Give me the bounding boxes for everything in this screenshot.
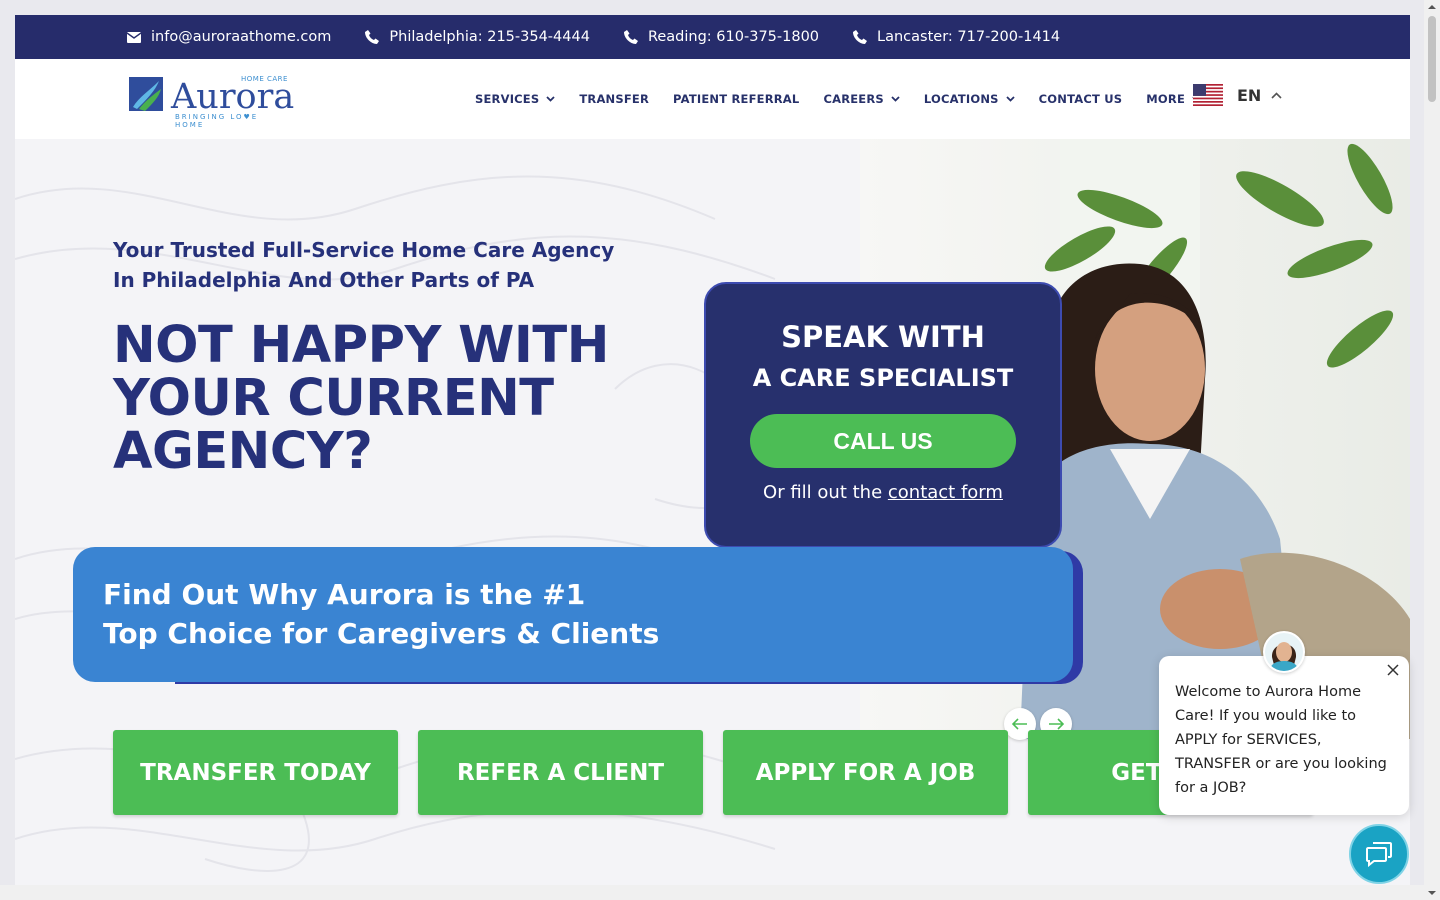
phone-label: Reading: 610-375-1800 [647, 29, 820, 45]
scroll-down-icon[interactable] [1424, 886, 1440, 900]
chat-agent-avatar [1263, 631, 1305, 673]
us-flag-icon [1193, 84, 1223, 106]
or-text: Or fill out the [763, 482, 888, 503]
speak-with-specialist-card: SPEAK WITH A CARE SPECIALIST CALL US Or … [704, 282, 1062, 548]
contact-topbar: info@auroraathome.com Philadelphia: 215-… [15, 15, 1410, 59]
nav-item-label: TRANSFER [579, 92, 650, 106]
logo-homecare: HOME CARE [241, 75, 288, 83]
horizontal-scrollbar[interactable] [0, 885, 1424, 900]
nav-item-label: SERVICES [475, 92, 540, 106]
why-aurora-banner: Find Out Why Aurora is the #1 Top Choice… [73, 547, 1073, 682]
chevron-up-icon [1271, 91, 1282, 99]
contact-form-link[interactable]: contact form [888, 482, 1003, 503]
phone-label: Lancaster: 717-200-1414 [877, 29, 1061, 45]
nav-item-patient-referral[interactable]: PATIENT REFERRAL [673, 92, 799, 106]
nav-item-careers[interactable]: CAREERS [823, 92, 900, 106]
scroll-up-icon[interactable] [1424, 0, 1440, 14]
refer-a-client-button[interactable]: REFER A CLIENT [418, 730, 703, 815]
hero-headline: NOT HAPPY WITH YOUR CURRENT AGENCY? [113, 319, 713, 478]
logo-brand: Aurora [171, 77, 295, 117]
chat-launcher-button[interactable] [1349, 824, 1409, 884]
aurora-logo[interactable]: Aurora HOME CARE BRINGING LO♥E HOME [129, 75, 294, 129]
chevron-down-icon [891, 96, 900, 102]
email-text: info@auroraathome.com [151, 29, 332, 45]
nav-menu: SERVICES TRANSFER PATIENT REFERRAL CAREE… [475, 59, 1225, 139]
headline-line: AGENCY? [113, 422, 373, 481]
nav-item-label: CONTACT US [1038, 92, 1123, 106]
subhead-line: Your Trusted Full-Service Home Care Agen… [113, 238, 615, 262]
phone-icon [365, 30, 380, 44]
cta-row: TRANSFER TODAY REFER A CLIENT APPLY FOR … [113, 730, 1333, 815]
nav-item-contact-us[interactable]: CONTACT US [1039, 92, 1123, 106]
call-us-button[interactable]: CALL US [750, 414, 1016, 468]
banner-line: Top Choice for Caregivers & Clients [103, 617, 660, 650]
apply-for-a-job-button[interactable]: APPLY FOR A JOB [723, 730, 1008, 815]
phone-label: Philadelphia: 215-354-4444 [389, 29, 590, 45]
arrow-right-icon [1049, 718, 1064, 730]
language-code: EN [1237, 85, 1262, 105]
phone-philadelphia[interactable]: Philadelphia: 215-354-4444 [365, 29, 590, 45]
transfer-today-button[interactable]: TRANSFER TODAY [113, 730, 398, 815]
vertical-scrollbar[interactable] [1424, 0, 1440, 900]
nav-item-label: CAREERS [823, 92, 884, 106]
contact-form-prompt: Or fill out the contact form [706, 482, 1060, 503]
phone-icon [853, 30, 868, 44]
hero-subhead: Your Trusted Full-Service Home Care Agen… [113, 235, 633, 295]
banner-line: Find Out Why Aurora is the #1 [103, 578, 586, 611]
logo-mark-icon [129, 77, 163, 111]
speak-title: SPEAK WITH [781, 320, 985, 354]
nav-item-services[interactable]: SERVICES [475, 92, 555, 106]
logo-tagline: BRINGING LO♥E HOME [175, 113, 259, 129]
arrow-left-icon [1012, 718, 1027, 730]
nav-item-label: MORE [1146, 92, 1185, 106]
headline-line: NOT HAPPY WITH [113, 316, 609, 375]
scrollbar-thumb[interactable] [1428, 16, 1436, 102]
envelope-icon [127, 31, 141, 43]
phone-icon [623, 30, 638, 44]
chevron-down-icon [546, 96, 555, 102]
chevron-down-icon [1006, 96, 1015, 102]
nav-item-label: PATIENT REFERRAL [673, 92, 800, 106]
email-link[interactable]: info@auroraathome.com [127, 29, 331, 45]
nav-item-locations[interactable]: LOCATIONS [924, 92, 1015, 106]
nav-item-transfer[interactable]: TRANSFER [579, 92, 649, 106]
headline-line: YOUR CURRENT [113, 369, 554, 428]
close-icon[interactable] [1385, 662, 1401, 678]
subhead-line: In Philadelphia And Other Parts of PA [113, 268, 535, 292]
chat-icon [1366, 842, 1392, 867]
speak-subtitle: A CARE SPECIALIST [752, 364, 1014, 392]
phone-reading[interactable]: Reading: 610-375-1800 [623, 29, 820, 45]
language-switcher[interactable]: EN [1193, 84, 1282, 106]
chat-welcome-bubble[interactable]: Welcome to Aurora Home Care! If you woul… [1159, 656, 1409, 815]
main-navbar: Aurora HOME CARE BRINGING LO♥E HOME SERV… [15, 59, 1410, 139]
agent-avatar-icon [1265, 633, 1303, 671]
chat-message: Welcome to Aurora Home Care! If you woul… [1175, 684, 1387, 796]
phone-lancaster[interactable]: Lancaster: 717-200-1414 [853, 29, 1060, 45]
nav-item-label: LOCATIONS [923, 92, 999, 106]
